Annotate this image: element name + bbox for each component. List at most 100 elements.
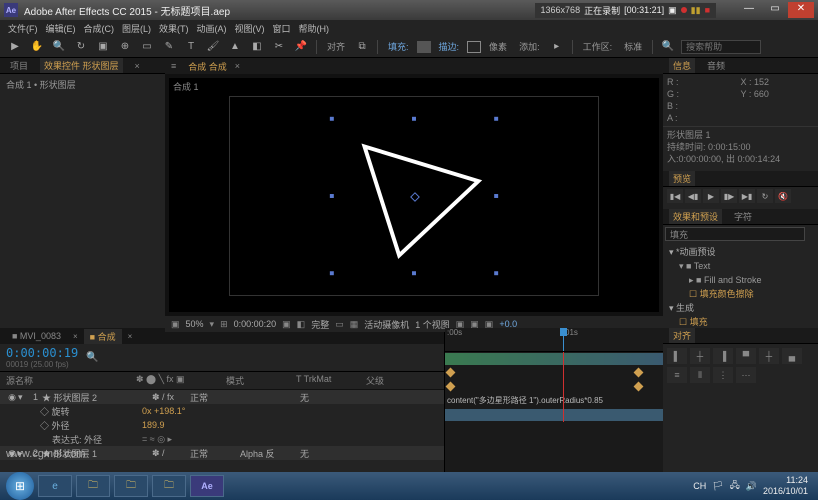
first-frame-button[interactable]: ▮◀ xyxy=(667,189,683,203)
menu-animation[interactable]: 动画(A) xyxy=(195,22,229,35)
twirl-icon[interactable]: ▾ xyxy=(18,392,28,403)
roto-tool[interactable]: ✂ xyxy=(270,39,288,55)
maximize-button[interactable]: ▭ xyxy=(762,2,788,18)
channel-icon[interactable]: ◧ xyxy=(297,319,306,330)
parent-dropdown[interactable]: 无 xyxy=(300,391,360,404)
rect-tool[interactable]: ▭ xyxy=(138,39,156,55)
stroke-label[interactable]: 描边: xyxy=(435,40,464,53)
timecode[interactable]: 0:00:00:19 xyxy=(6,346,78,360)
fill-swatch[interactable] xyxy=(417,41,431,53)
trkmat[interactable]: Alpha 反 xyxy=(240,447,300,460)
system-clock[interactable]: 11:24 2016/10/01 xyxy=(763,475,812,497)
text-tool[interactable]: T xyxy=(182,39,200,55)
layer-name[interactable]: ★ 形状图层 2 xyxy=(42,391,152,404)
stop-icon[interactable]: ■ xyxy=(705,5,710,15)
pause-icon[interactable]: ▮▮ xyxy=(691,5,701,16)
resolution[interactable]: 完整 xyxy=(311,318,329,331)
prop-rotation-value[interactable]: 0x +198.1° xyxy=(142,406,185,416)
menu-comp[interactable]: 合成(C) xyxy=(82,22,117,35)
tab-effect-controls[interactable]: 效果控件 形状图层 xyxy=(40,58,123,73)
menu-layer[interactable]: 图层(L) xyxy=(120,22,153,35)
taskbar-folder-icon[interactable]: 🗀 xyxy=(152,475,186,497)
taskbar-ae-icon[interactable]: Ae xyxy=(190,475,224,497)
taskbar-qq-icon[interactable]: 🗀 xyxy=(114,475,148,497)
align-hcenter-button[interactable]: ┼ xyxy=(690,348,710,364)
menu-view[interactable]: 视图(V) xyxy=(233,22,267,35)
snap-label[interactable]: 对齐 xyxy=(323,40,349,53)
blend-mode[interactable]: 正常 xyxy=(190,447,240,460)
snapshot-icon[interactable]: ▣ xyxy=(282,319,291,330)
tab-close-icon[interactable]: × xyxy=(235,61,240,71)
play-button[interactable]: ▶ xyxy=(703,189,719,203)
tab-align[interactable]: 对齐 xyxy=(669,328,695,343)
current-time[interactable]: 0:00:00:20 xyxy=(234,319,277,329)
loop-button[interactable]: ↻ xyxy=(757,189,773,203)
tab-preview[interactable]: 预览 xyxy=(669,171,695,186)
workspace-value[interactable]: 标准 xyxy=(620,40,646,53)
align-right-button[interactable]: ▐ xyxy=(713,348,733,364)
tab-effects-presets[interactable]: 效果和预设 xyxy=(669,209,722,224)
menu-window[interactable]: 窗口 xyxy=(271,22,293,35)
parent-dropdown[interactable]: 无 xyxy=(300,447,360,460)
taskbar-ie-icon[interactable]: e xyxy=(38,475,72,497)
preset-fillwipe[interactable]: ☐ 填充颜色擦除 xyxy=(669,287,812,301)
tab-audio[interactable]: 音频 xyxy=(703,58,729,73)
layer-track[interactable] xyxy=(445,408,663,422)
camera-label[interactable]: 活动摄像机 xyxy=(364,318,409,331)
zoom-level[interactable]: 50% xyxy=(186,319,204,329)
composition-viewer[interactable]: 合成 1 xyxy=(169,78,659,312)
snap-toggle[interactable]: ⧉ xyxy=(353,39,371,55)
distribute-button[interactable]: ⋮ xyxy=(713,367,733,383)
zoom-dropdown-icon[interactable]: ▾ xyxy=(210,319,215,330)
tl-tab-close-icon[interactable]: × xyxy=(128,332,133,341)
tab-info[interactable]: 信息 xyxy=(669,58,695,73)
grid-icon[interactable]: ⊞ xyxy=(220,319,228,330)
preset-text[interactable]: ▾ ■ Text xyxy=(669,259,812,273)
tray-sound-icon[interactable]: 🔊 xyxy=(746,481,757,492)
minimize-button[interactable]: ― xyxy=(736,2,762,18)
tab-close-icon[interactable]: × xyxy=(131,60,144,72)
time-ruler[interactable]: :00s 01s xyxy=(445,328,663,352)
tab-composition[interactable]: 合成 合成 xyxy=(188,60,227,73)
expression-row[interactable]: 表达式: 外径 = ≈ ◎ ▸ xyxy=(0,432,444,446)
ime-lang[interactable]: CH xyxy=(693,481,706,491)
preset-fillstroke[interactable]: ▸ ■ Fill and Stroke xyxy=(669,273,812,287)
menu-file[interactable]: 文件(F) xyxy=(6,22,40,35)
rotate-tool[interactable]: ↻ xyxy=(72,39,90,55)
tab-project[interactable]: 项目 xyxy=(6,58,32,73)
eraser-tool[interactable]: ◧ xyxy=(248,39,266,55)
property-row[interactable]: ◇ 外径 189.9 xyxy=(0,418,444,432)
next-frame-button[interactable]: ▮▶ xyxy=(721,189,737,203)
menu-effect[interactable]: 效果(T) xyxy=(157,22,191,35)
col-parent[interactable]: 父级 xyxy=(366,374,426,387)
windows-taskbar[interactable]: ⊞ e 🗀 🗀 🗀 Ae CH 🏳 🖧 🔊 11:24 2016/10/01 xyxy=(0,472,818,500)
effects-search[interactable] xyxy=(665,227,805,241)
search-input[interactable] xyxy=(681,40,761,54)
tab-character[interactable]: 字符 xyxy=(730,209,756,224)
prop-rotation[interactable]: ◇ 旋转 xyxy=(28,405,138,418)
stroke-swatch[interactable] xyxy=(467,41,481,53)
col-source[interactable]: 源名称 xyxy=(6,374,136,387)
keyframe-track[interactable] xyxy=(445,380,663,394)
keyframe-track[interactable] xyxy=(445,366,663,380)
close-button[interactable]: ✕ xyxy=(788,2,814,18)
distribute-button[interactable]: ⋯ xyxy=(736,367,756,383)
layer-row[interactable]: ◉ ▾ 1 ★ 形状图层 2 ✽ / fx 正常 无 xyxy=(0,390,444,404)
add-label[interactable]: 添加: xyxy=(515,40,544,53)
taskbar-explorer-icon[interactable]: 🗀 xyxy=(76,475,110,497)
col-trkmat[interactable]: T TrkMat xyxy=(296,374,366,387)
pen-tool[interactable]: ✎ xyxy=(160,39,178,55)
align-vcenter-button[interactable]: ┼ xyxy=(759,348,779,364)
property-row[interactable]: ◇ 旋转 0x +198.1° xyxy=(0,404,444,418)
anchor-tool[interactable]: ⊕ xyxy=(116,39,134,55)
prop-outerradius-value[interactable]: 189.9 xyxy=(142,420,165,430)
puppet-tool[interactable]: 📌 xyxy=(292,39,310,55)
menu-help[interactable]: 帮助(H) xyxy=(297,22,332,35)
tl-tab-comp[interactable]: ■ 合成 xyxy=(84,329,122,344)
blend-mode[interactable]: 正常 xyxy=(190,391,240,404)
tray-flag-icon[interactable]: 🏳 xyxy=(712,481,723,492)
preset-group[interactable]: ▾ *动画预设 xyxy=(669,245,812,259)
hand-tool[interactable]: ✋ xyxy=(28,39,46,55)
brush-tool[interactable]: 🖌 xyxy=(204,39,222,55)
zoom-tool[interactable]: 🔍 xyxy=(50,39,68,55)
